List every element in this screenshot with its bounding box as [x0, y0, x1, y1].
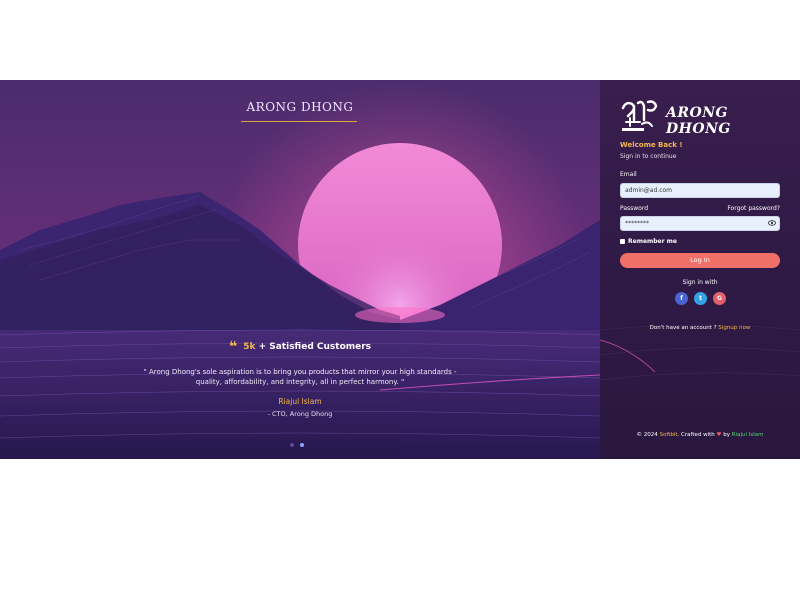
- logo-mark-icon: [621, 100, 658, 131]
- hero-brand-underline: [241, 121, 357, 122]
- footer-by: by: [721, 432, 732, 438]
- welcome-subtitle: Sign in to continue: [620, 153, 677, 160]
- stat-text: + Satisfied Customers: [255, 342, 372, 352]
- carousel-dot-active[interactable]: [300, 443, 304, 447]
- facebook-icon[interactable]: f: [675, 292, 688, 305]
- remember-me[interactable]: Remember me: [620, 238, 677, 245]
- signin-with-label: Sign in with: [682, 279, 718, 286]
- forgot-password-link[interactable]: Forgot password?: [727, 205, 780, 212]
- password-field[interactable]: [620, 216, 780, 231]
- customer-stat: ❝ 5k + Satisfied Customers: [0, 339, 600, 355]
- carousel-dot[interactable]: [290, 443, 294, 447]
- footer-author[interactable]: Riajul Islam: [732, 432, 764, 438]
- email-field[interactable]: [620, 183, 780, 198]
- twitter-icon[interactable]: t: [694, 292, 707, 305]
- show-password-icon[interactable]: [768, 220, 776, 226]
- stat-number: 5k: [243, 342, 256, 352]
- testimonial-text: " Arong Dhong's sole aspiration is to br…: [143, 368, 457, 386]
- quote-icon: ❝: [228, 339, 238, 355]
- signup-text: Don't have an account ?: [649, 325, 719, 331]
- remember-label: Remember me: [628, 238, 677, 245]
- welcome-heading: Welcome Back !: [620, 141, 683, 149]
- hero-section: ARONG DHONG ❝ 5k + Satisfied Customers " …: [0, 80, 600, 459]
- hero-brand-title: ARONG DHONG: [246, 100, 354, 114]
- app-frame: ARONG DHONG ❝ 5k + Satisfied Customers " …: [0, 80, 800, 459]
- footer-copyright: © 2024: [636, 432, 660, 438]
- footer-brand[interactable]: Softbit: [660, 432, 678, 438]
- carousel-indicators: [290, 432, 310, 451]
- google-icon[interactable]: G: [713, 292, 726, 305]
- password-label: Password: [620, 205, 649, 212]
- testimonial-role: - CTO, Arong Dhong: [267, 410, 333, 418]
- remember-checkbox[interactable]: [620, 239, 625, 244]
- brand-logo: ARONG DHONG: [620, 98, 770, 137]
- testimonial-author: Riajul Islam: [278, 397, 322, 406]
- social-login: f t G: [675, 292, 735, 306]
- signup-link[interactable]: Signup now: [718, 325, 750, 331]
- login-button[interactable]: Log In: [620, 253, 780, 268]
- signup-prompt: Don't have an account ? Signup now: [600, 325, 800, 331]
- email-label: Email: [620, 171, 637, 178]
- logo-wordmark: ARONG DHONG: [666, 105, 731, 137]
- footer: © 2024 Softbit. Crafted with ♥ by Riajul…: [600, 432, 800, 438]
- login-panel: ARONG DHONG Welcome Back ! Sign in to co…: [600, 80, 800, 459]
- footer-crafted: . Crafted with: [677, 432, 717, 438]
